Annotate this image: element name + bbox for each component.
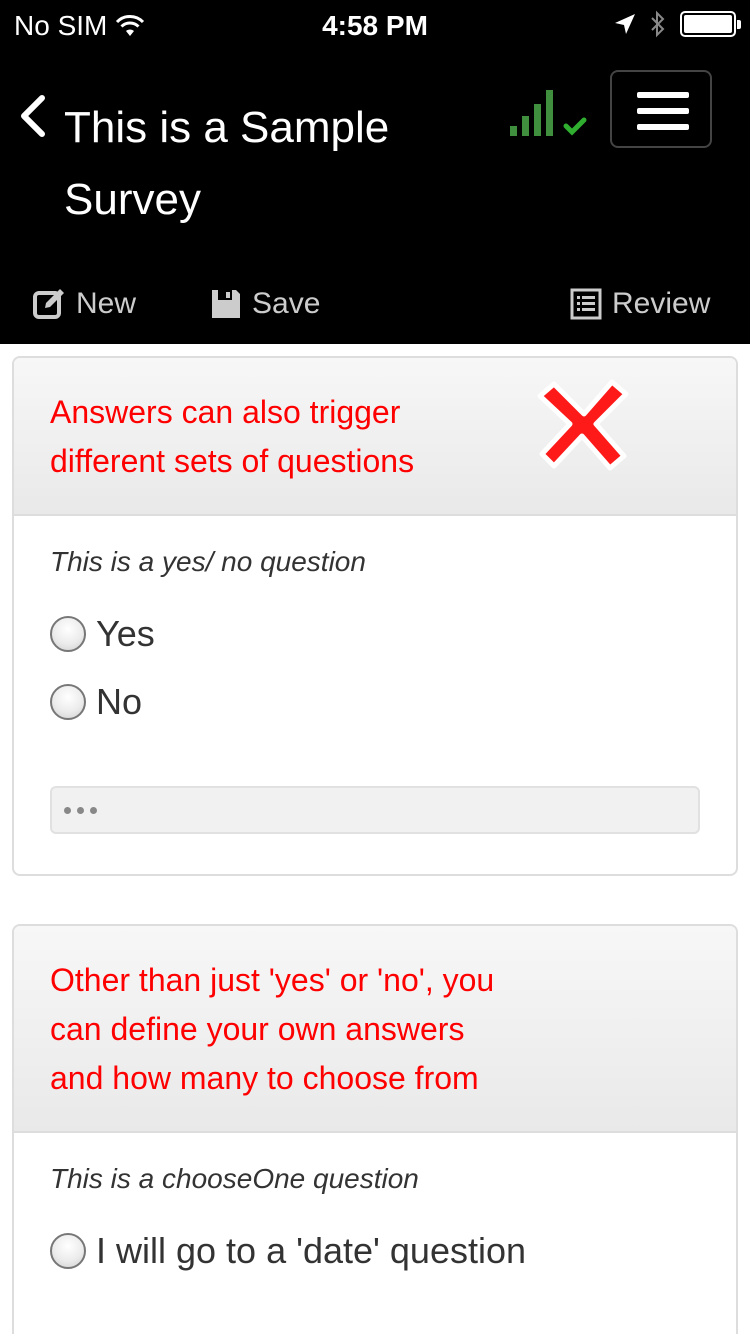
chevron-left-icon[interactable]: [18, 94, 48, 138]
option-date[interactable]: I will go to a 'date' question: [50, 1217, 700, 1285]
panel-body: This is a chooseOne question I will go t…: [14, 1133, 736, 1285]
toolbar: New Save Review: [0, 280, 750, 328]
new-button[interactable]: New: [32, 280, 136, 328]
save-label: Save: [252, 287, 321, 320]
panel-body: This is a yes/ no question Yes No: [14, 516, 736, 834]
panel-title: Answers can also trigger different sets …: [50, 394, 415, 479]
review-button[interactable]: Review: [570, 280, 710, 328]
radio-button[interactable]: [50, 1233, 86, 1269]
app-header: This is a Sample Survey New Save Review: [0, 52, 750, 344]
option-label: I will go to a 'date' question: [96, 1230, 527, 1271]
option-label: No: [96, 681, 143, 722]
list-icon: [570, 288, 602, 320]
question-panel-2: Other than just 'yes' or 'no', you can d…: [12, 924, 738, 1334]
radio-button[interactable]: [50, 684, 86, 720]
status-icons: [614, 10, 741, 38]
floppy-disk-icon: [212, 290, 240, 318]
battery-icon: [680, 11, 741, 37]
panel-title: Other than just 'yes' or 'no', you can d…: [50, 962, 495, 1096]
new-label: New: [76, 287, 137, 320]
notes-button[interactable]: [50, 786, 700, 834]
question-label: This is a chooseOne question: [50, 1163, 419, 1194]
signal-bars-check-icon: [510, 90, 587, 136]
page-title: This is a Sample Survey: [64, 103, 390, 224]
red-x-icon: [537, 379, 629, 471]
more-dots-icon: [64, 806, 97, 814]
hamburger-menu-icon[interactable]: [610, 70, 712, 148]
option-yes[interactable]: Yes: [50, 600, 700, 668]
review-label: Review: [612, 287, 711, 320]
save-button[interactable]: Save: [210, 280, 320, 328]
option-label: Yes: [96, 613, 155, 654]
edit-icon: [33, 289, 64, 319]
status-bar: No SIM 4:58 PM: [0, 0, 750, 52]
bluetooth-icon: [651, 10, 665, 38]
panel-header: Other than just 'yes' or 'no', you can d…: [14, 926, 736, 1133]
question-panel-1: Answers can also trigger different sets …: [12, 356, 738, 876]
panel-header: Answers can also trigger different sets …: [14, 358, 736, 516]
question-label: This is a yes/ no question: [50, 546, 366, 577]
option-no[interactable]: No: [50, 668, 700, 736]
radio-button[interactable]: [50, 616, 86, 652]
location-arrow-icon: [615, 14, 635, 34]
